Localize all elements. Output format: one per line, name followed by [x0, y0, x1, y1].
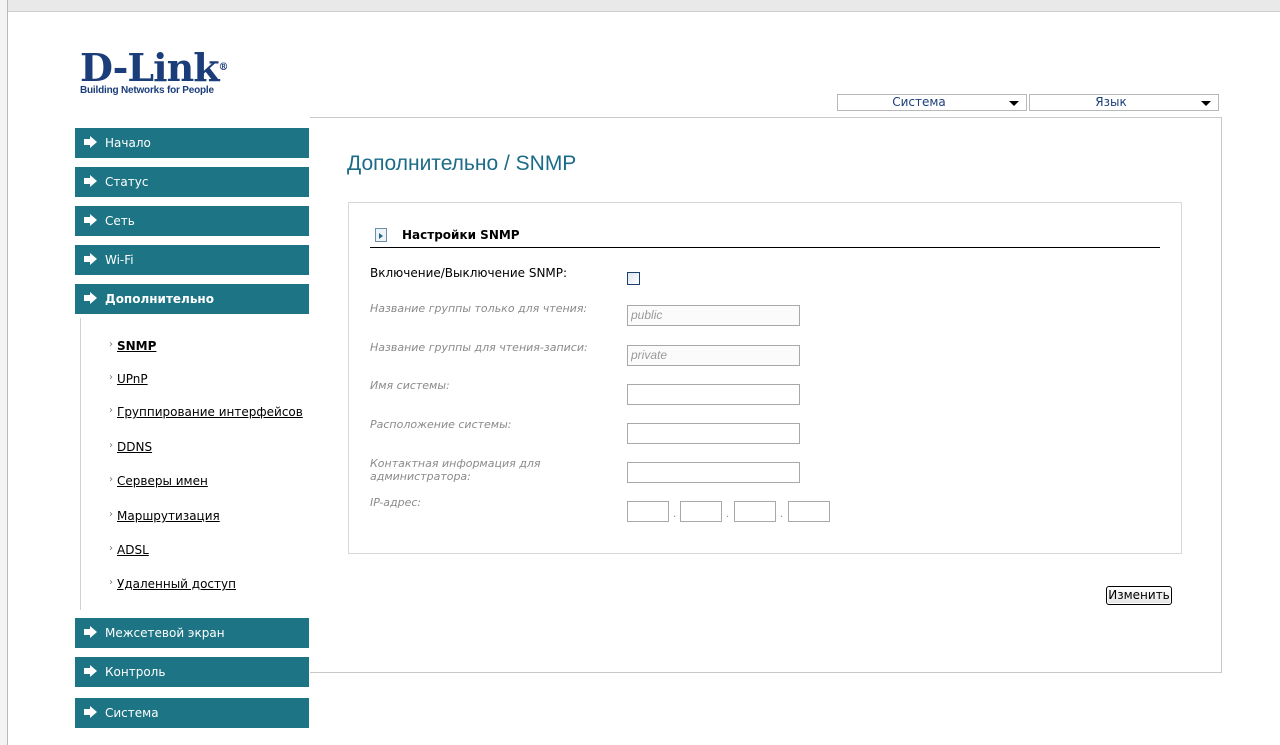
subitem-snmp[interactable]: › SNMP [109, 339, 156, 353]
snmp-enable-label: Включение/Выключение SNMP: [370, 266, 568, 280]
sidebar-item-start[interactable]: Начало [75, 128, 309, 158]
chevron-down-icon [1201, 101, 1211, 106]
language-select[interactable]: Язык [1029, 94, 1219, 111]
language-select-value: Язык [1095, 95, 1127, 109]
subitem-link[interactable]: ADSL [117, 543, 149, 557]
logo-tagline: Building Networks for People [80, 85, 214, 96]
sidebar-item-wifi[interactable]: Wi-Fi [75, 245, 309, 275]
ip-separator: . [726, 509, 730, 520]
system-location-input[interactable] [627, 423, 800, 444]
subitem-upnp[interactable]: › UPnP [109, 372, 148, 386]
ip-octet-2[interactable] [680, 501, 722, 522]
browser-left-edge [0, 0, 8, 745]
system-name-input[interactable] [627, 384, 800, 405]
subitem-link[interactable]: Маршрутизация [117, 509, 220, 523]
subitem-remote-access[interactable]: › Удаленный доступ [109, 577, 236, 591]
ip-separator: . [780, 509, 784, 520]
subitem-ddns[interactable]: › DDNS [109, 440, 152, 454]
subitem-link[interactable]: SNMP [117, 339, 156, 353]
sidebar-item-network[interactable]: Сеть [75, 206, 309, 236]
rw-community-input[interactable] [627, 345, 800, 366]
system-select[interactable]: Система [837, 94, 1027, 111]
subitem-name-servers[interactable]: › Серверы имен [109, 474, 208, 488]
sidebar-item-label: Сеть [105, 214, 135, 228]
admin-contact-input[interactable] [627, 462, 800, 483]
arrow-right-icon [84, 665, 97, 677]
chevron-down-icon [1009, 101, 1019, 106]
system-name-label: Имя системы: [370, 379, 450, 392]
ip-octet-4[interactable] [788, 501, 830, 522]
sidebar-item-label: Начало [105, 136, 151, 150]
section-title: Настройки SNMP [402, 228, 520, 242]
arrow-right-icon [84, 136, 97, 148]
sidebar-item-status[interactable]: Статус [75, 167, 309, 197]
subitem-link[interactable]: UPnP [117, 372, 148, 386]
arrow-right-icon [84, 214, 97, 226]
subitem-interface-grouping[interactable]: › Группирование интерфейсов [109, 405, 303, 419]
sidebar-item-label: Wi-Fi [105, 253, 134, 267]
ip-separator: . [673, 509, 677, 520]
sidebar-item-label: Межсетевой экран [105, 626, 225, 640]
page-title: Дополнительно / SNMP [347, 152, 577, 175]
change-button[interactable]: Изменить [1106, 586, 1172, 605]
sidebar-item-control[interactable]: Контроль [75, 657, 309, 687]
sidebar-item-label: Контроль [105, 665, 166, 679]
sidebar-item-advanced[interactable]: Дополнительно [75, 284, 309, 314]
subitem-link[interactable]: DDNS [117, 440, 152, 454]
sidebar-item-label: Система [105, 706, 159, 720]
subitem-routing[interactable]: › Маршрутизация [109, 509, 220, 523]
arrow-right-icon [84, 706, 97, 718]
subitem-adsl[interactable]: › ADSL [109, 543, 149, 557]
sidebar-item-system[interactable]: Система [75, 698, 309, 728]
sidebar-item-label: Статус [105, 175, 149, 189]
section-arrow-icon [375, 228, 387, 242]
ip-address-label: IP-адрес: [370, 496, 422, 509]
system-location-label: Расположение системы: [370, 418, 512, 431]
snmp-enable-checkbox[interactable] [627, 272, 640, 285]
section-divider [370, 247, 1160, 248]
ro-community-label: Название группы только для чтения: [370, 302, 588, 315]
logo-text: D-Link [80, 45, 220, 90]
ro-community-input[interactable] [627, 305, 800, 326]
ip-octet-1[interactable] [627, 501, 669, 522]
system-select-value: Система [892, 95, 946, 109]
arrow-right-icon [84, 175, 97, 187]
arrow-right-icon [84, 626, 97, 638]
subitem-link[interactable]: Группирование интерфейсов [117, 405, 303, 419]
dlink-logo: D-Link® Building Networks for People [80, 48, 280, 100]
advanced-submenu [80, 318, 310, 610]
subitem-link[interactable]: Серверы имен [117, 474, 208, 488]
browser-top-edge [0, 0, 1280, 12]
ip-octet-3[interactable] [734, 501, 776, 522]
sidebar-item-label: Дополнительно [105, 292, 214, 306]
arrow-right-icon [84, 292, 97, 304]
arrow-right-icon [84, 253, 97, 265]
sidebar-item-firewall[interactable]: Межсетевой экран [75, 618, 309, 648]
admin-contact-label: Контактная информация для администратора… [370, 457, 541, 483]
rw-community-label: Название группы для чтения-записи: [370, 341, 588, 354]
subitem-link[interactable]: Удаленный доступ [117, 577, 236, 591]
